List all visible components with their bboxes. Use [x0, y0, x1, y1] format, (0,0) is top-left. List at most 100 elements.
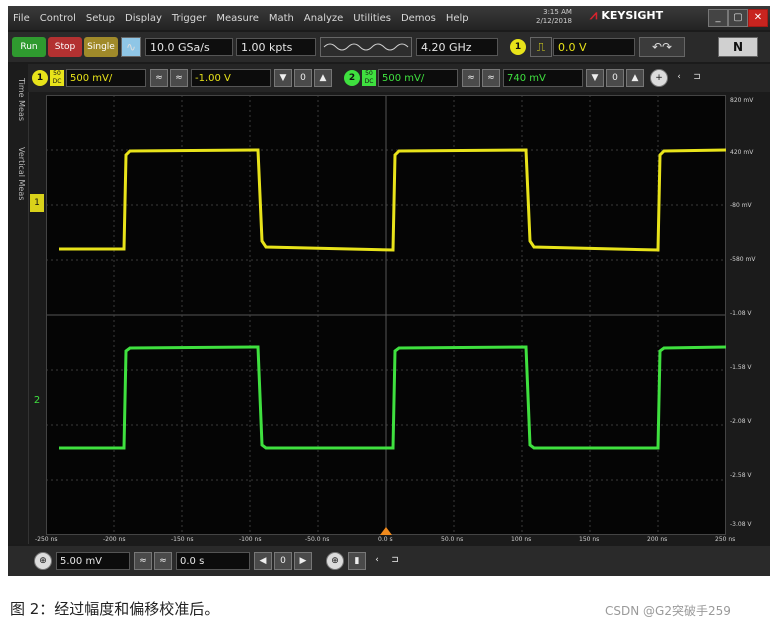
trigger-level-field[interactable]: 0.0 V — [553, 38, 635, 56]
clock: 3:15 AM 2/12/2018 — [536, 8, 572, 26]
right-scale-label: 420 mV — [730, 149, 754, 156]
clock-time: 3:15 AM — [543, 8, 572, 16]
trigger-channel-badge[interactable]: 1 — [510, 39, 526, 55]
horizontal-controls: ⊕ 5.00 mV ≈ ≈ 0.0 s ◀ 0 ▶ ⊕ ▮ ‹ ⊐ — [8, 546, 770, 576]
tab-vertical-meas[interactable]: Vertical Meas — [10, 134, 26, 214]
waveform-display[interactable] — [46, 95, 726, 535]
right-scale-label: 820 mV — [730, 97, 754, 104]
channel-2-coupling-icon[interactable]: 50 DC — [362, 70, 376, 86]
time-scale-label: -50.0 ns — [305, 536, 330, 543]
menu-help[interactable]: Help — [441, 13, 474, 24]
sample-rate-field[interactable]: 10.0 GSa/s — [145, 38, 233, 56]
delay-zero-icon[interactable]: 0 — [274, 552, 292, 570]
timebase-down-icon[interactable]: ≈ — [134, 552, 152, 570]
menu-control[interactable]: Control — [35, 13, 81, 24]
channel-1-badge[interactable]: 1 — [32, 70, 48, 86]
menu-analyze[interactable]: Analyze — [299, 13, 348, 24]
memory-depth-field[interactable]: 1.00 kpts — [236, 38, 316, 56]
trigger-position-marker[interactable] — [380, 527, 392, 535]
channel-1-coupling-icon[interactable]: 50 DC — [50, 70, 64, 86]
channel-2-trace — [59, 345, 726, 450]
channel-1-offset[interactable]: -1.00 V — [191, 69, 271, 87]
delay-field[interactable]: 0.0 s — [176, 552, 250, 570]
channel-2-badge[interactable]: 2 — [344, 70, 360, 86]
channel-2-scale[interactable]: 500 mV/ — [378, 69, 458, 87]
brand-logo: ⩘ KEYSIGHT — [590, 8, 663, 23]
time-scale-label: -100 ns — [239, 536, 262, 543]
single-button[interactable]: Single — [84, 37, 118, 57]
channel-2-scale-up-icon[interactable]: ≈ — [482, 69, 500, 87]
menu-file[interactable]: File — [8, 13, 35, 24]
channel-row: 1 50 DC 500 mV/ ≈ ≈ -1.00 V ▼ 0 ▲ 2 50 DC … — [28, 64, 770, 92]
keysight-wave-icon: ⩘ — [590, 8, 598, 23]
channel-2-offset-down-icon[interactable]: ▼ — [586, 69, 604, 87]
collapse-arrow-icon[interactable]: ‹ — [368, 552, 386, 570]
watermark: CSDN @G2突破手259 — [605, 604, 731, 618]
menu-measure[interactable]: Measure — [211, 13, 264, 24]
delay-left-icon[interactable]: ◀ — [254, 552, 272, 570]
figure-caption: 图 2：经过幅度和偏移校准后。 — [10, 600, 220, 618]
time-scale-label: -250 ns — [35, 536, 58, 543]
horizontal-settings-icon[interactable]: ⊕ — [34, 552, 52, 570]
channel-2-offset[interactable]: 740 mV — [503, 69, 583, 87]
side-tabs: Time Meas Vertical Meas — [8, 64, 29, 544]
channel-1-offset-down-icon[interactable]: ▼ — [274, 69, 292, 87]
channel-2-offset-zero-icon[interactable]: 0 — [606, 69, 624, 87]
menu-utilities[interactable]: Utilities — [348, 13, 396, 24]
channel-1-trace — [59, 148, 726, 252]
collapse-arrow-icon[interactable]: ‹ — [670, 69, 688, 87]
menu-display[interactable]: Display — [120, 13, 167, 24]
right-scale-label: -580 mV — [730, 256, 756, 263]
oscilloscope-window: File Control Setup Display Trigger Measu… — [8, 6, 770, 576]
channel-1-offset-up-icon[interactable]: ▲ — [314, 69, 332, 87]
minimize-button[interactable]: _ — [708, 9, 728, 27]
menu-trigger[interactable]: Trigger — [167, 13, 212, 24]
horizontal-menu-icon[interactable]: ⊐ — [386, 552, 404, 570]
maximize-button[interactable]: ▢ — [728, 9, 748, 27]
infiniium-logo-icon: N — [718, 37, 758, 57]
menu-demos[interactable]: Demos — [396, 13, 441, 24]
acquisition-mode-icon[interactable] — [320, 37, 412, 57]
undo-redo-icon[interactable]: ↶↷ — [639, 37, 685, 57]
close-button[interactable]: ✕ — [748, 9, 768, 27]
graticule — [46, 95, 726, 535]
add-channel-icon[interactable]: + — [650, 69, 668, 87]
right-scale-label: -1.08 V — [730, 310, 752, 317]
channel-1-offset-zero-icon[interactable]: 0 — [294, 69, 312, 87]
channel-1-scale-up-icon[interactable]: ≈ — [170, 69, 188, 87]
run-button[interactable]: Run — [12, 37, 46, 57]
time-scale-label: 150 ns — [579, 536, 600, 543]
time-scale-label: -200 ns — [103, 536, 126, 543]
timebase-up-icon[interactable]: ≈ — [154, 552, 172, 570]
time-scale-label: 100 ns — [511, 536, 532, 543]
time-scale-label: 50.0 ns — [441, 536, 464, 543]
channel-2-ground-marker[interactable]: 2 — [30, 392, 44, 410]
zoom-icon[interactable]: ⊕ — [326, 552, 344, 570]
autoscale-icon[interactable]: ∿ — [121, 37, 141, 57]
channel-2-offset-up-icon[interactable]: ▲ — [626, 69, 644, 87]
clock-date: 2/12/2018 — [536, 17, 572, 25]
timebase-field[interactable]: 5.00 mV — [56, 552, 130, 570]
channel-1-ground-marker[interactable]: 1 — [30, 194, 44, 212]
time-scale-label: -150 ns — [171, 536, 194, 543]
right-scale-label: -1.58 V — [730, 364, 752, 371]
bandwidth-field[interactable]: 4.20 GHz — [416, 38, 498, 56]
channel-2-scale-down-icon[interactable]: ≈ — [462, 69, 480, 87]
right-scale-label: -2.08 V — [730, 418, 752, 425]
menu-math[interactable]: Math — [264, 13, 299, 24]
tab-time-meas[interactable]: Time Meas — [10, 70, 26, 130]
time-scale-label: 250 ns — [715, 536, 736, 543]
time-scale-label: 200 ns — [647, 536, 668, 543]
menu-setup[interactable]: Setup — [81, 13, 120, 24]
right-scale-label: -80 mV — [730, 202, 752, 209]
stop-button[interactable]: Stop — [48, 37, 82, 57]
main-toolbar: Run Stop Single ∿ 10.0 GSa/s 1.00 kpts 4… — [8, 32, 770, 62]
channel-1-scale[interactable]: 500 mV/ — [66, 69, 146, 87]
rising-edge-icon[interactable]: ⎍ — [530, 37, 552, 57]
delay-right-icon[interactable]: ▶ — [294, 552, 312, 570]
channel-1-scale-down-icon[interactable]: ≈ — [150, 69, 168, 87]
time-scale-label: 0.0 s — [378, 536, 393, 543]
marker-icon[interactable]: ▮ — [348, 552, 366, 570]
channel-menu-icon[interactable]: ⊐ — [688, 69, 706, 87]
right-scale-label: -2.58 V — [730, 472, 752, 479]
